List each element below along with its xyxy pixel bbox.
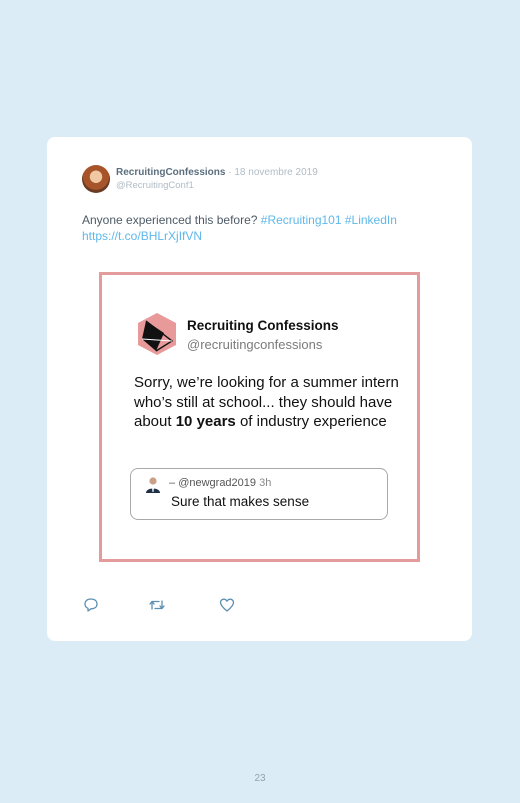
page-number: 23 <box>254 773 266 784</box>
tweet-card: RecruitingConfessions · 18 novembre 2019… <box>47 137 472 641</box>
author-handle[interactable]: @RecruitingConf1 <box>116 180 194 191</box>
hashtag-linkedin[interactable]: #LinkedIn <box>345 213 397 227</box>
reply-meta: – @newgrad2019 3h <box>169 477 271 489</box>
recruiting-confessions-logo-icon <box>138 313 176 355</box>
retweet-icon[interactable] <box>149 597 165 613</box>
quote-author-handle: @recruitingconfessions <box>187 337 323 352</box>
reply-handle: @newgrad2019 <box>178 477 257 489</box>
reply-time: 3h <box>259 477 272 489</box>
reply-card: – @newgrad2019 3h Sure that makes sense <box>130 468 388 520</box>
tweet-text: Anyone experienced this before? #Recruit… <box>82 212 452 244</box>
reply-avatar-icon <box>146 477 160 493</box>
reply-dash: – <box>169 477 176 489</box>
heart-icon[interactable] <box>219 597 235 613</box>
author-avatar[interactable] <box>82 165 110 193</box>
quote-body-bold: 10 years <box>175 413 236 430</box>
quote-author-name: Recruiting Confessions <box>187 318 339 333</box>
quote-body-end: of industry experience <box>235 413 387 430</box>
tweet-link[interactable]: https://t.co/BHLrXjIfVN <box>82 229 202 243</box>
comment-icon[interactable] <box>83 597 99 613</box>
reply-text: Sure that makes sense <box>171 494 310 509</box>
tweet-body: Anyone experienced this before? <box>82 213 258 227</box>
author-name-line: RecruitingConfessions · 18 novembre 2019 <box>116 167 318 178</box>
tweet-date[interactable]: · 18 novembre 2019 <box>228 167 318 178</box>
author-name[interactable]: RecruitingConfessions <box>116 167 225 178</box>
hashtag-recruiting101[interactable]: #Recruiting101 <box>261 213 342 227</box>
quoted-image[interactable]: Recruiting Confessions @recruitingconfes… <box>99 272 420 562</box>
quote-body: Sorry, we’re looking for a summer intern… <box>134 373 404 432</box>
